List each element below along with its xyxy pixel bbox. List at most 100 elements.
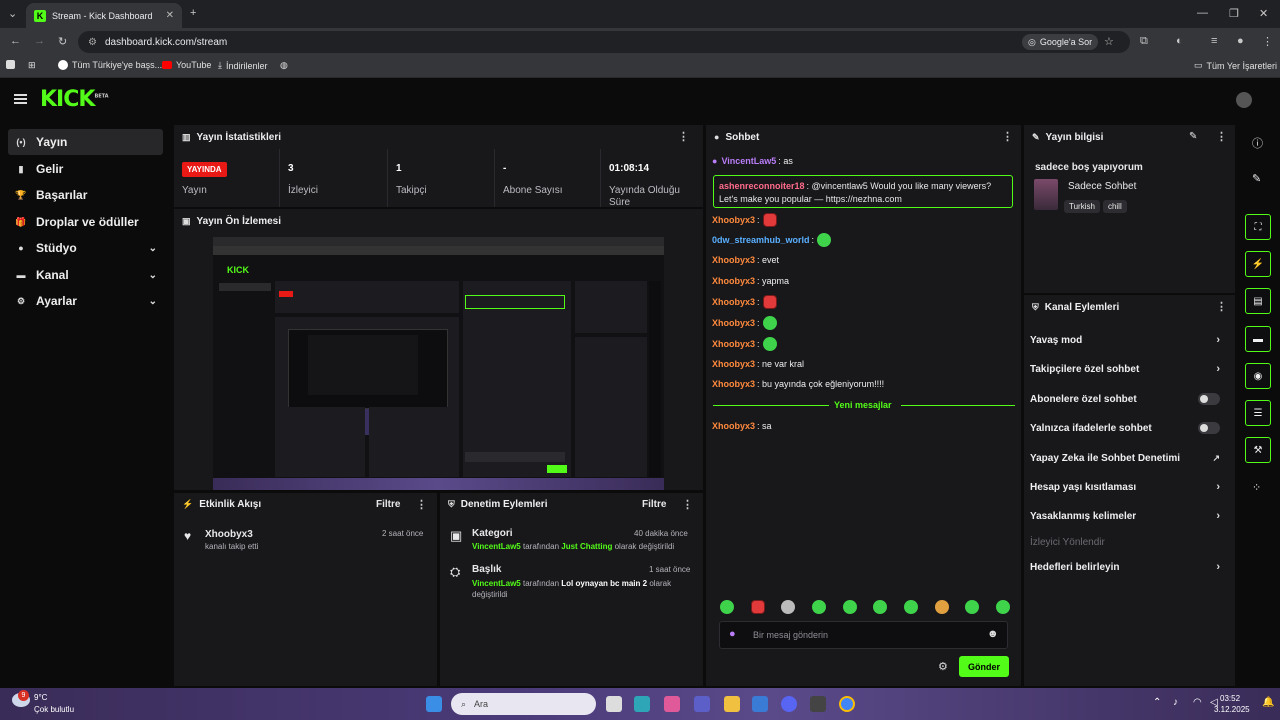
new-tab-button[interactable]: + [190, 7, 196, 19]
ai-moderation-action[interactable]: Yapay Zeka ile Sohbet Denetimi ↗ [1030, 450, 1224, 466]
emote-icon[interactable] [934, 600, 949, 614]
chrome-icon[interactable] [839, 696, 855, 712]
chat-username[interactable]: Xhoobyx3 [712, 318, 755, 328]
chat-username[interactable]: Xhoobyx3 [712, 215, 755, 225]
chat-username[interactable]: Xhoobyx3 [712, 379, 755, 389]
more-options-icon[interactable]: ⋮ [1216, 130, 1227, 143]
lightning-button[interactable]: ⚡ [1245, 251, 1271, 277]
chat-input[interactable]: ● Bir mesaj gönderin ☻ [719, 621, 1008, 649]
subscribers-only-toggle[interactable] [1198, 393, 1220, 405]
sidebar-item-studyo[interactable]: ● Stüdyo ⌄ [8, 235, 163, 261]
apps-icon[interactable] [6, 60, 15, 69]
teams-icon[interactable] [694, 696, 710, 712]
tag[interactable]: chill [1102, 200, 1127, 213]
pencil-icon[interactable]: ✎ [1252, 172, 1261, 185]
profile-icon[interactable]: ● [1237, 35, 1244, 47]
discord-icon[interactable] [781, 696, 797, 712]
more-options-icon[interactable]: ⋮ [1216, 300, 1227, 313]
browser-tab[interactable]: K Stream - Kick Dashboard ✕ [26, 3, 182, 28]
bookmark-star-icon[interactable]: ☆ [1104, 35, 1114, 48]
emote-icon[interactable] [903, 600, 918, 614]
account-age-action[interactable]: Hesap yaşı kısıtlaması › [1030, 479, 1224, 495]
tab-search-icon[interactable]: ⌄ [8, 7, 17, 20]
document-button[interactable]: ▤ [1245, 288, 1271, 314]
edit-icon[interactable]: ✎ [1189, 131, 1197, 142]
hamburger-menu-icon[interactable] [14, 94, 27, 104]
chevron-down-icon[interactable]: ⌄ [149, 296, 157, 307]
chat-username[interactable]: Xhoobyx3 [712, 421, 755, 431]
emote-icon[interactable] [750, 600, 765, 614]
event-user[interactable]: Xhoobyx3 [205, 529, 253, 540]
filter-button[interactable]: Filtre [376, 499, 400, 510]
extensions-icon[interactable]: ⧉ [1140, 35, 1148, 48]
chat-username[interactable]: VincentLaw5 [721, 156, 776, 166]
minimize-button[interactable]: — [1197, 7, 1208, 19]
bookmark-youtube[interactable]: YouTube [162, 60, 211, 70]
emote-icon[interactable] [781, 600, 796, 614]
chevron-down-icon[interactable]: ⌄ [149, 243, 157, 254]
site-info-icon[interactable]: ⚙ [88, 37, 97, 48]
set-goals-action[interactable]: Hedefleri belirleyin › [1030, 559, 1224, 575]
taskbar-search[interactable]: ⌕ Ara [451, 693, 596, 715]
chat-username[interactable]: Xhoobyx3 [712, 255, 755, 265]
google-ask-button[interactable]: ◎ Google'a Sor [1022, 34, 1099, 50]
chevron-down-icon[interactable]: ⌄ [149, 270, 157, 281]
stream-preview-video[interactable]: KICK [213, 237, 664, 490]
broadcast-button[interactable]: ◉ [1245, 363, 1271, 389]
filter-button[interactable]: Filtre [642, 499, 666, 510]
back-icon[interactable]: ← [10, 35, 21, 47]
bookmark-downloads[interactable]: ⤓ İndirilenler [218, 60, 268, 71]
copilot-icon[interactable] [664, 696, 680, 712]
emote-icon[interactable] [842, 600, 857, 614]
send-button[interactable]: Gönder [959, 656, 1009, 677]
emote-only-toggle[interactable] [1198, 422, 1220, 434]
chat-username[interactable]: Xhoobyx3 [712, 276, 755, 286]
forward-icon[interactable]: → [34, 35, 45, 47]
chevron-up-icon[interactable]: ⌃ [1153, 697, 1161, 708]
all-bookmarks[interactable]: ▭ Tüm Yer İşaretleri [1194, 60, 1277, 71]
mic-icon[interactable]: ● [729, 628, 736, 640]
sidebar-item-yayin[interactable]: (•) Yayın [8, 129, 163, 155]
kick-logo[interactable]: KICKBETA [40, 87, 109, 112]
maximize-button[interactable]: ❐ [1229, 7, 1239, 20]
close-window-button[interactable]: ✕ [1259, 7, 1268, 20]
user-avatar[interactable] [1236, 92, 1252, 108]
tag[interactable]: Turkish [1064, 200, 1100, 213]
sync-icon[interactable]: ◐ [1176, 35, 1183, 47]
obs-icon[interactable] [810, 696, 826, 712]
sidebar-item-droplar[interactable]: 🎁 Droplar ve ödüller [8, 209, 163, 235]
clock-time[interactable]: 03:52 [1220, 694, 1240, 703]
emote-icon[interactable] [995, 600, 1010, 614]
grid-icon[interactable]: ⊞ [28, 60, 36, 71]
more-options-icon[interactable]: ⋮ [682, 498, 693, 511]
tools-button[interactable]: ⚒ [1245, 437, 1271, 463]
sidebar-item-gelir[interactable]: ▮ Gelir [8, 156, 163, 182]
more-options-icon[interactable]: ⋮ [416, 498, 427, 511]
media-icon[interactable]: ≡ [1211, 35, 1217, 47]
category-thumbnail[interactable] [1034, 179, 1058, 210]
layers-button[interactable]: ☰ [1245, 400, 1271, 426]
windows-start-icon[interactable] [426, 696, 442, 712]
chat-username[interactable]: Xhoobyx3 [712, 339, 755, 349]
sidebar-item-ayarlar[interactable]: ⚙ Ayarlar ⌄ [8, 288, 163, 314]
clip-button[interactable]: ⛶ [1245, 214, 1271, 240]
stream-category[interactable]: Sadece Sohbet [1068, 181, 1136, 192]
wifi-icon[interactable]: ◠ [1193, 697, 1202, 708]
banned-words-action[interactable]: Yasaklanmış kelimeler › [1030, 508, 1224, 524]
edge-icon[interactable] [634, 696, 650, 712]
microphone-icon[interactable]: ♪ [1173, 697, 1178, 708]
tab-close-icon[interactable]: ✕ [166, 10, 174, 21]
clock-date[interactable]: 3.12.2025 [1214, 705, 1250, 714]
chat-username[interactable]: Xhoobyx3 [712, 297, 755, 307]
file-explorer-icon[interactable] [724, 696, 740, 712]
emoji-picker-icon[interactable]: ☻ [987, 628, 999, 640]
sidebar-item-kanal[interactable]: ▬ Kanal ⌄ [8, 262, 163, 288]
more-options-icon[interactable]: ⋮ [1002, 130, 1013, 143]
apps-icon[interactable]: ⁘ [1252, 481, 1261, 494]
followers-only-action[interactable]: Takipçilere özel sohbet › [1030, 361, 1224, 377]
emote-icon[interactable] [811, 600, 826, 614]
address-bar[interactable]: ⚙ dashboard.kick.com/stream ◎ Google'a S… [78, 31, 1130, 53]
emote-icon[interactable] [965, 600, 980, 614]
notifications-icon[interactable]: 🔔 [1262, 697, 1274, 708]
store-icon[interactable] [752, 696, 768, 712]
